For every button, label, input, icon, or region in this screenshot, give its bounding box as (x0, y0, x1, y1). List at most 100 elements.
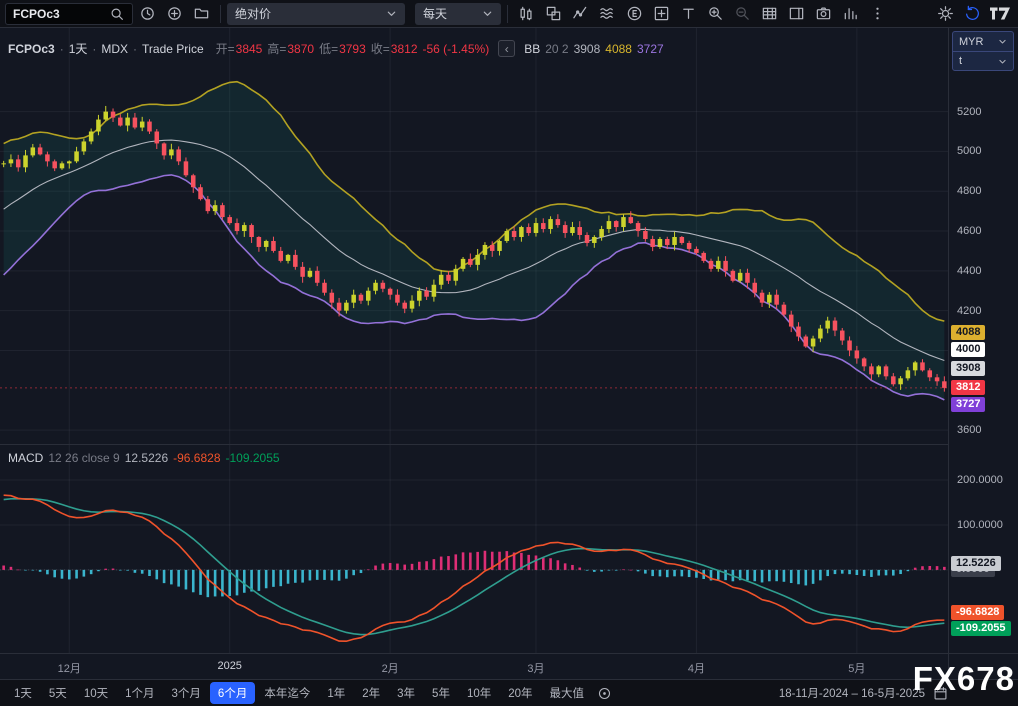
range-button-5年[interactable]: 5年 (424, 682, 458, 704)
macd-legend: MACD 12 26 close 9 12.5226 -96.6828 -109… (8, 451, 280, 465)
text-tool-button[interactable] (676, 2, 701, 26)
price-tag-4000: 4000 (951, 342, 985, 357)
price-tick-label: 4800 (957, 184, 981, 198)
compare-symbol-button[interactable] (541, 2, 566, 26)
zoom-in-icon (707, 5, 724, 22)
low-value: 3793 (339, 42, 366, 56)
range-button-6个月[interactable]: 6个月 (210, 682, 255, 704)
tradingview-logo[interactable] (987, 2, 1013, 26)
interval-dropdown[interactable]: 每天 (415, 3, 501, 25)
macd-chart[interactable] (0, 445, 948, 653)
camera-icon (815, 5, 832, 22)
time-axis-label: 2月 (366, 660, 414, 676)
price-tick-label: 4600 (957, 224, 981, 238)
macd-tag--96.6828: -96.6828 (951, 605, 1004, 620)
reload-button[interactable] (960, 2, 985, 26)
macd-title[interactable]: MACD (8, 451, 43, 465)
indicators-icon (572, 5, 589, 22)
range-button-10天[interactable]: 10天 (76, 682, 116, 704)
legend-separator: · (133, 42, 137, 56)
range-button-2年[interactable]: 2年 (354, 682, 388, 704)
bb-fill (4, 82, 945, 400)
panel-layout-button[interactable] (784, 2, 809, 26)
price-tick-label: 5200 (957, 105, 981, 119)
price-tick-label: 4400 (957, 264, 981, 278)
price-legend: FCPOc3 · 1天 · MDX · Trade Price 开=3845 高… (8, 40, 664, 57)
legend-separator: · (92, 42, 96, 56)
unit-dropdown[interactable]: t (953, 51, 1013, 70)
legend-interval[interactable]: 1天 (69, 40, 88, 57)
adjust-circle-icon (597, 686, 612, 701)
economy-e-icon (626, 5, 643, 22)
macd-line-value: -96.6828 (173, 451, 220, 465)
legend-symbol[interactable]: FCPOc3 (8, 42, 55, 56)
snapshot-button[interactable] (811, 2, 836, 26)
macd-tick-label: 100.0000 (957, 518, 1003, 532)
price-chart[interactable] (0, 28, 948, 444)
unit-label: t (959, 55, 962, 67)
zoom-in-button[interactable] (703, 2, 728, 26)
range-button-3年[interactable]: 3年 (389, 682, 423, 704)
zoom-out-icon (734, 5, 751, 22)
bb-lower-value: 3727 (637, 42, 664, 56)
table-icon (761, 5, 778, 22)
folder-icon (193, 5, 210, 22)
price-tag-3812: 3812 (951, 380, 985, 395)
close-value: 3812 (391, 42, 418, 56)
bb-basis-value: 3908 (574, 42, 601, 56)
indicator-templates-button[interactable] (595, 2, 620, 26)
macd-tag--109.2055: -109.2055 (951, 621, 1011, 636)
chart-style-button[interactable] (514, 2, 539, 26)
price-mode-label: 绝对价 (235, 5, 271, 22)
chevron-down-icon (386, 8, 397, 19)
compare-icon (545, 5, 562, 22)
range-button-本年迄今[interactable]: 本年迄今 (256, 682, 318, 704)
time-axis-label: 4月 (672, 660, 720, 676)
bb-title[interactable]: BB (524, 42, 540, 56)
price-tag-3908: 3908 (951, 361, 985, 376)
economic-calendar-button[interactable] (622, 2, 647, 26)
currency-dropdown[interactable]: MYR (953, 32, 1013, 51)
price-mode-dropdown[interactable]: 绝对价 (227, 3, 405, 25)
bar-chart-icon (842, 5, 859, 22)
bottom-toolbar: 1天5天10天1个月3个月6个月本年迄今1年2年3年5年10年20年最大值 18… (0, 679, 1018, 706)
range-button-20年[interactable]: 20年 (500, 682, 540, 704)
macd-hist-value: 12.5226 (125, 451, 168, 465)
range-button-1天[interactable]: 1天 (6, 682, 40, 704)
chart-stats-button[interactable] (838, 2, 863, 26)
time-axis-label: 5月 (833, 660, 881, 676)
candlestick-icon (518, 5, 535, 22)
time-axis[interactable]: 12月 2025 2月 3月 4月 5月 (0, 653, 1018, 679)
chart-properties-button[interactable] (593, 683, 615, 703)
range-button-10年[interactable]: 10年 (459, 682, 499, 704)
range-button-1个月[interactable]: 1个月 (117, 682, 162, 704)
time-axis-label: 2025 (206, 660, 254, 672)
range-button-5天[interactable]: 5天 (41, 682, 75, 704)
bb-upper-value: 4088 (605, 42, 632, 56)
grid-template-button[interactable] (649, 2, 674, 26)
range-button-1年[interactable]: 1年 (319, 682, 353, 704)
more-options-button[interactable] (865, 2, 890, 26)
fx678-watermark: FX678 (913, 662, 1015, 695)
indicator-collapse-button[interactable]: ‹ (498, 40, 515, 57)
interval-history-button[interactable] (135, 2, 160, 26)
time-axis-label: 12月 (45, 660, 93, 676)
close-label: 收= (371, 40, 390, 57)
range-button-3个月[interactable]: 3个月 (164, 682, 209, 704)
macd-tag-12.5226: 12.5226 (951, 556, 1001, 571)
symbol-search[interactable]: FCPOc3 (5, 3, 133, 25)
zoom-out-button[interactable] (730, 2, 755, 26)
spreadsheet-button[interactable] (757, 2, 782, 26)
indicators-button[interactable] (568, 2, 593, 26)
range-button-最大值[interactable]: 最大值 (542, 682, 593, 704)
compare-add-button[interactable] (162, 2, 187, 26)
open-label: 开= (216, 40, 235, 57)
price-scale-axis[interactable]: MYR t 5200500048004600440042004000360020… (948, 28, 1018, 653)
legend-series-type: Trade Price (142, 42, 204, 56)
watchlist-folder-button[interactable] (189, 2, 214, 26)
settings-button[interactable] (933, 2, 958, 26)
range-button-group: 1天5天10天1个月3个月6个月本年迄今1年2年3年5年10年20年最大值 (6, 682, 592, 704)
date-range-label: 18-11月-2024 – 16-5月-2025 (779, 685, 925, 701)
high-value: 3870 (287, 42, 314, 56)
time-axis-label: 3月 (512, 660, 560, 676)
